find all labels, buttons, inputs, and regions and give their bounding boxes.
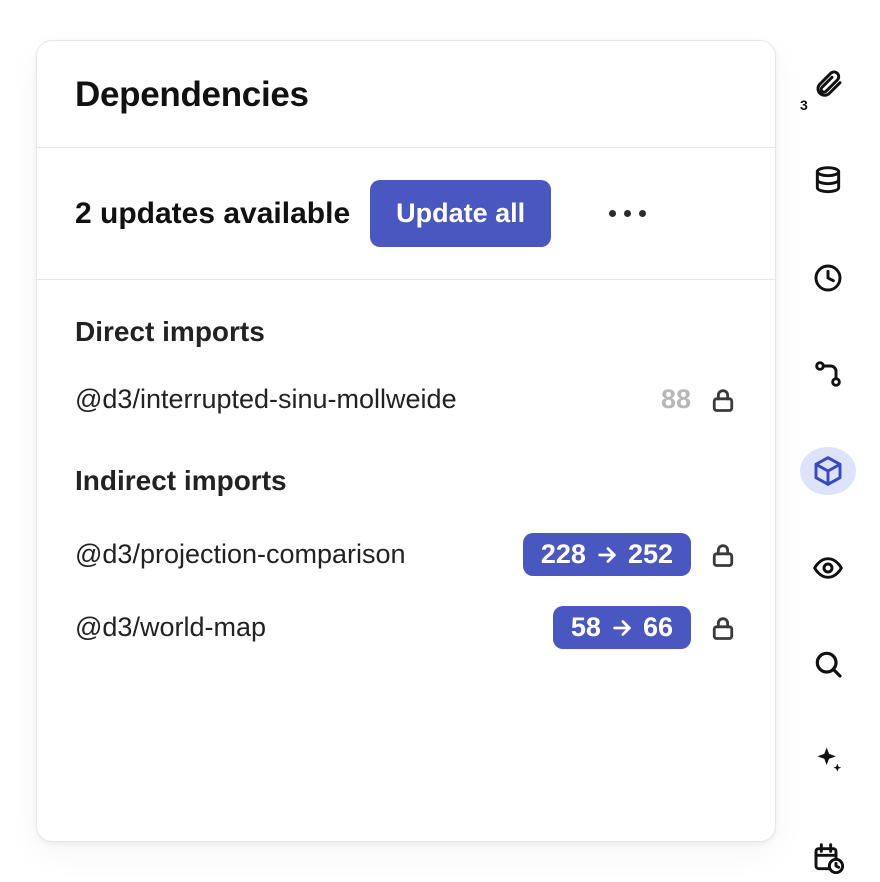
arrow-right-icon — [611, 617, 633, 639]
search-icon — [812, 648, 844, 680]
rail-ai[interactable] — [800, 737, 856, 786]
rail-schedule[interactable] — [800, 833, 856, 882]
files-badge: 3 — [798, 97, 810, 113]
dependencies-panel: Dependencies 2 updates available Update … — [36, 40, 776, 842]
rail-visibility[interactable] — [800, 543, 856, 592]
rail-dependencies[interactable] — [800, 447, 856, 496]
dependency-name: @d3/interrupted-sinu-mollweide — [75, 384, 643, 415]
lock-icon — [709, 386, 737, 414]
update-all-button[interactable]: Update all — [370, 180, 551, 247]
direct-imports-heading: Direct imports — [75, 316, 737, 348]
dependency-name: @d3/world-map — [75, 612, 535, 643]
rail-search[interactable] — [800, 640, 856, 689]
updates-bar: 2 updates available Update all — [37, 148, 775, 280]
direct-imports-section: Direct imports @d3/interrupted-sinu-moll… — [37, 280, 775, 425]
indirect-imports-section: Indirect imports @d3/projection-comparis… — [37, 435, 775, 659]
paperclip-icon — [812, 68, 844, 100]
clock-icon — [812, 262, 844, 294]
sparkles-icon — [812, 745, 844, 777]
panel-header: Dependencies — [37, 41, 775, 148]
version-update-badge[interactable]: 228 252 — [523, 533, 691, 576]
eye-icon — [812, 552, 844, 584]
dependency-row[interactable]: @d3/interrupted-sinu-mollweide 88 — [75, 374, 737, 425]
rail-branch[interactable] — [800, 350, 856, 399]
arrow-right-icon — [596, 544, 618, 566]
rail-database[interactable] — [800, 157, 856, 206]
lock-icon — [709, 614, 737, 642]
panel-title: Dependencies — [75, 75, 737, 115]
updates-available-text: 2 updates available — [75, 197, 350, 231]
rail-time[interactable] — [800, 253, 856, 302]
database-icon — [812, 165, 844, 197]
dependency-row[interactable]: @d3/world-map 58 66 — [75, 596, 737, 659]
more-menu-button[interactable] — [581, 198, 654, 229]
dependency-name: @d3/projection-comparison — [75, 539, 505, 570]
indirect-imports-heading: Indirect imports — [75, 465, 737, 497]
right-rail: 3 — [776, 0, 880, 882]
dependency-version: 88 — [661, 384, 691, 415]
package-icon — [812, 455, 844, 487]
dependency-row[interactable]: @d3/projection-comparison 228 252 — [75, 523, 737, 586]
lock-icon — [709, 541, 737, 569]
branch-icon — [812, 358, 844, 390]
version-update-badge[interactable]: 58 66 — [553, 606, 691, 649]
ellipsis-icon — [609, 210, 616, 217]
calendar-clock-icon — [812, 842, 844, 874]
rail-files[interactable]: 3 — [800, 60, 856, 109]
